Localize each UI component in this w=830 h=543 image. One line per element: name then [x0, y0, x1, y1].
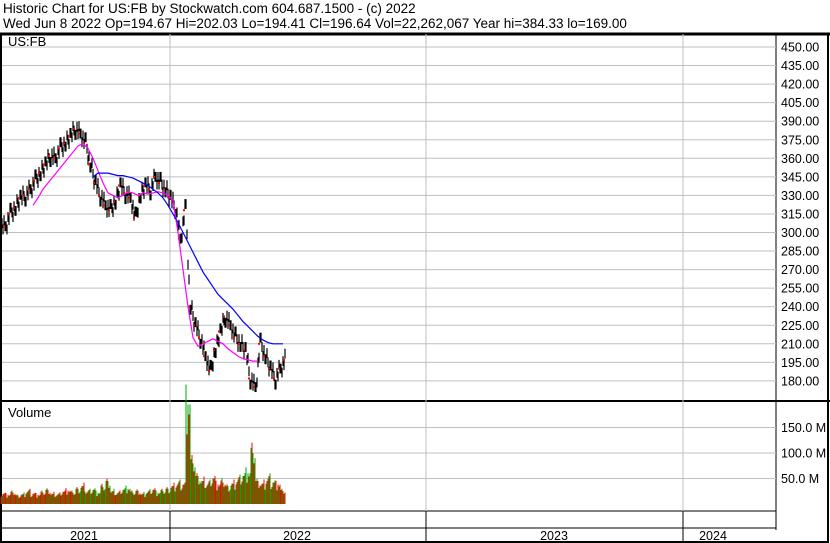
close-marker	[73, 127, 75, 130]
close-marker	[78, 132, 80, 135]
close-marker	[98, 194, 100, 197]
close-marker	[163, 188, 165, 191]
close-marker	[58, 147, 60, 150]
year-label: 2021	[70, 529, 98, 543]
close-marker	[248, 377, 250, 380]
close-marker	[108, 209, 110, 212]
close-marker	[53, 157, 55, 160]
price-tick-label: 180.00	[781, 374, 819, 388]
close-marker	[243, 348, 245, 351]
price-tick-label: 285.00	[781, 245, 819, 259]
volume-tick-label: 100.0 M	[781, 447, 826, 461]
close-marker	[143, 184, 145, 187]
close-marker	[258, 342, 260, 345]
close-marker	[8, 212, 10, 215]
close-marker	[148, 188, 150, 191]
volume-panel-label: Volume	[8, 405, 51, 420]
close-marker	[263, 355, 265, 358]
close-marker	[48, 154, 50, 157]
close-marker	[268, 367, 270, 370]
price-tick-label: 300.00	[781, 226, 819, 240]
year-label: 2023	[540, 529, 568, 543]
moving-average-line	[92, 172, 283, 345]
close-marker	[3, 225, 5, 228]
close-marker	[133, 216, 135, 219]
moving-average-line	[32, 142, 258, 362]
volume-tick-label: 150.0 M	[781, 421, 826, 435]
close-marker	[113, 200, 115, 203]
close-marker	[238, 342, 240, 345]
year-label: 2022	[283, 529, 311, 543]
close-marker	[33, 179, 35, 182]
price-tick-label: 270.00	[781, 263, 819, 277]
price-tick-label: 405.00	[781, 96, 819, 110]
close-marker	[183, 209, 185, 212]
close-marker	[128, 196, 130, 199]
price-tick-label: 360.00	[781, 152, 819, 166]
close-marker	[28, 188, 30, 191]
volume-tick-label: 50.0 M	[781, 472, 819, 486]
stock-chart: Historic Chart for US:FB by Stockwatch.c…	[0, 0, 830, 543]
close-marker	[93, 182, 95, 185]
price-tick-label: 225.00	[781, 319, 819, 333]
close-marker	[278, 367, 280, 370]
close-marker	[63, 142, 65, 145]
chart-canvas: 450.00 435.00 420.00 405.00 390.00 375.00 360.…	[0, 32, 830, 543]
price-panel-label: US:FB	[8, 34, 46, 49]
close-marker	[118, 184, 120, 187]
close-marker	[218, 330, 220, 333]
price-tick-label: 420.00	[781, 78, 819, 92]
close-marker	[88, 163, 90, 166]
close-marker	[223, 315, 225, 318]
price-tick-label: 390.00	[781, 115, 819, 129]
close-marker	[18, 196, 20, 199]
year-label: 2024	[699, 529, 727, 543]
close-marker	[193, 324, 195, 327]
close-marker	[198, 336, 200, 339]
close-marker	[38, 172, 40, 175]
close-marker	[228, 324, 230, 327]
close-marker	[273, 377, 275, 380]
price-tick-label: 315.00	[781, 207, 819, 221]
close-marker	[208, 370, 210, 373]
close-marker	[253, 386, 255, 389]
close-marker	[68, 135, 70, 138]
price-tick-label: 450.00	[781, 41, 819, 55]
close-marker	[13, 206, 15, 209]
price-tick-label: 195.00	[781, 356, 819, 370]
close-marker	[203, 355, 205, 358]
price-tick-label: 375.00	[781, 133, 819, 147]
price-tick-label: 330.00	[781, 189, 819, 203]
close-marker	[43, 163, 45, 166]
close-marker	[103, 204, 105, 207]
close-marker	[283, 358, 285, 361]
close-marker	[158, 182, 160, 185]
close-marker	[213, 348, 215, 351]
price-tick-label: 255.00	[781, 282, 819, 296]
price-tick-label: 210.00	[781, 337, 819, 351]
close-marker	[23, 194, 25, 197]
price-tick-label: 435.00	[781, 59, 819, 73]
close-marker	[153, 175, 155, 178]
price-tick-label: 345.00	[781, 170, 819, 184]
close-marker	[233, 336, 235, 339]
price-tick-label: 240.00	[781, 300, 819, 314]
